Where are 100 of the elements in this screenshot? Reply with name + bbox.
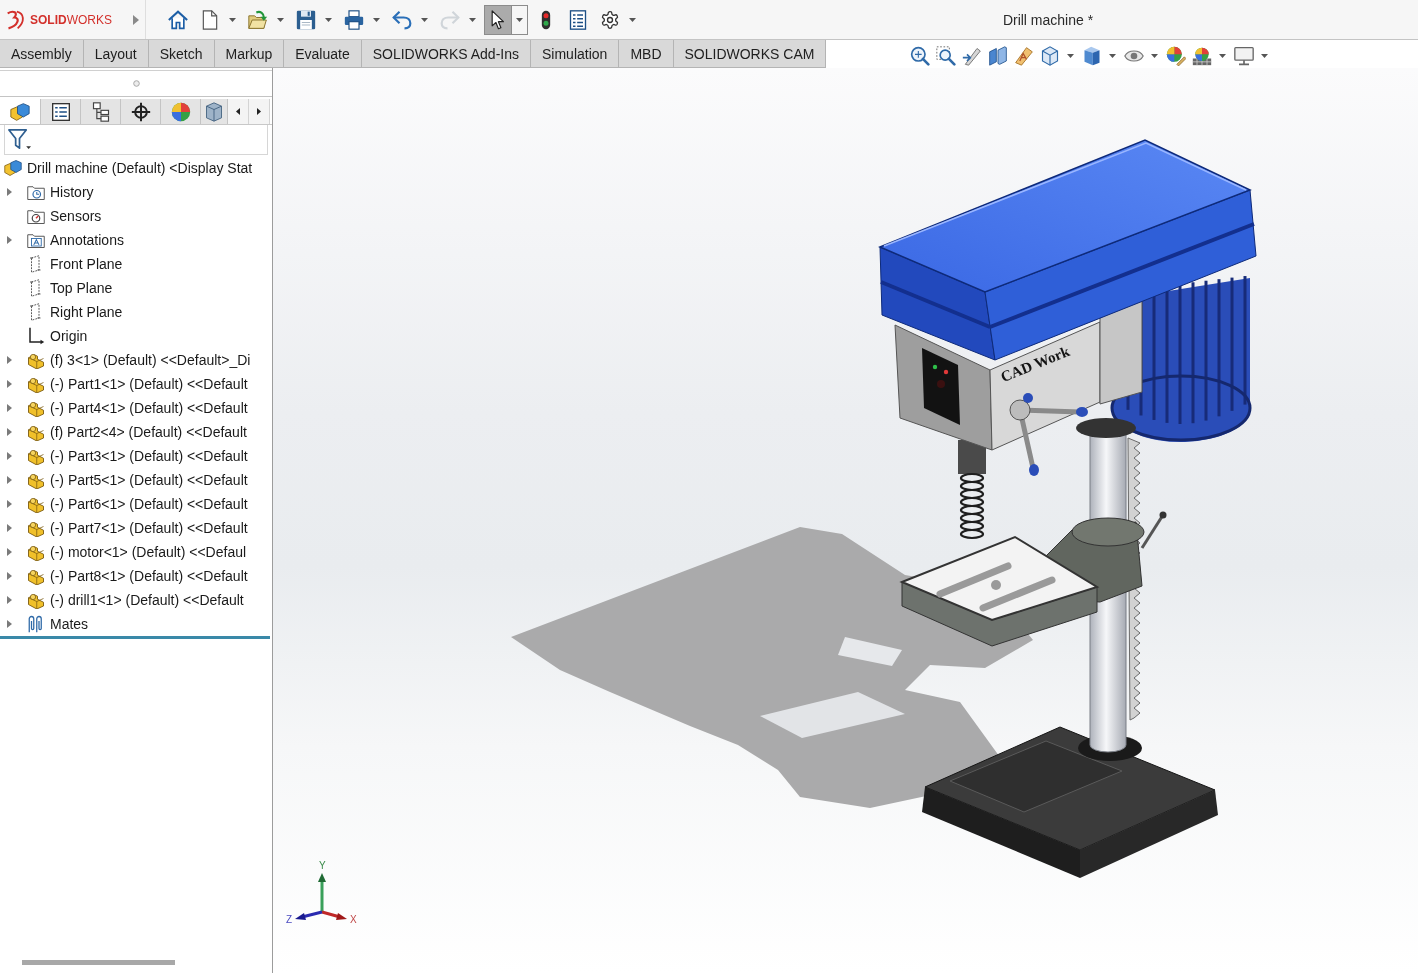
caret-right-icon[interactable] [7, 500, 12, 508]
caret-right-icon[interactable] [7, 356, 12, 364]
tree-item[interactable]: (-) motor<1> (Default) <<Defaul [50, 544, 247, 560]
dimxpert-tab[interactable] [121, 99, 161, 124]
caret-down-icon [1066, 54, 1074, 58]
property-tab[interactable] [41, 99, 81, 124]
caret-down-icon [1218, 54, 1226, 58]
tree-item[interactable]: Right Plane [50, 304, 123, 320]
tree-item[interactable]: (-) Part5<1> (Default) <<Default [50, 472, 248, 488]
color-sphere-pencil-icon [1166, 46, 1186, 66]
cube-icon [204, 101, 224, 122]
color-sphere-floor-icon [1192, 46, 1212, 66]
part-icon [27, 591, 45, 609]
tree-item[interactable]: (-) drill1<1> (Default) <<Default [50, 592, 244, 608]
magnifier-square-icon [936, 46, 956, 66]
section-view-button[interactable] [986, 44, 1010, 68]
command-tab[interactable]: MBD [619, 40, 674, 68]
scroll-left-button[interactable] [228, 99, 249, 124]
tree-diagram-icon [90, 101, 111, 122]
tree-root-item[interactable]: Drill machine (Default) <Display Stat [27, 160, 253, 176]
command-tab[interactable]: Markup [214, 40, 285, 68]
caret-down-icon [324, 17, 332, 22]
part-icon [27, 447, 45, 465]
list-icon [50, 101, 71, 122]
command-tab[interactable]: SOLIDWORKS Add-Ins [361, 40, 531, 68]
window-title: Drill machine * [1002, 11, 1094, 28]
shaded-cube-icon [1082, 46, 1102, 66]
caret-right-icon[interactable] [7, 596, 12, 604]
part-icon [27, 351, 45, 369]
menu-expand-button[interactable] [133, 14, 139, 25]
caret-down-icon [1150, 54, 1158, 58]
caret-down-icon [516, 17, 523, 22]
folder-gauge-icon [27, 207, 45, 225]
cam-tab[interactable] [201, 99, 228, 124]
edit-appearance-button[interactable] [1164, 44, 1188, 68]
configuration-tab[interactable] [81, 99, 121, 124]
folder-clock-icon [27, 183, 45, 201]
axis-arrows-icon [295, 873, 347, 920]
tree-item[interactable]: (f) 3<1> (Default) <<Default>_Di [50, 352, 251, 368]
caret-right-icon[interactable] [7, 188, 12, 196]
view-settings-button[interactable] [1232, 44, 1256, 68]
tree-item[interactable]: (-) Part1<1> (Default) <<Default [50, 376, 248, 392]
scrollbar-thumb[interactable] [22, 960, 175, 965]
cube-icon [1040, 46, 1060, 66]
tree-item[interactable]: (-) Part3<1> (Default) <<Default [50, 448, 248, 464]
tree-item[interactable]: (-) Part7<1> (Default) <<Default [50, 520, 248, 536]
scroll-right-button[interactable] [249, 99, 270, 124]
part-icon [27, 543, 45, 561]
filter-field[interactable] [4, 125, 268, 155]
zoom-to-area-button[interactable] [934, 44, 958, 68]
cut-cube-icon [988, 46, 1008, 66]
select-button[interactable] [484, 4, 512, 35]
caret-right-icon[interactable] [7, 452, 12, 460]
command-tab[interactable]: Evaluate [284, 40, 362, 68]
color-sphere-icon [170, 101, 191, 122]
document-icon [200, 9, 220, 30]
command-tab[interactable]: Layout [83, 40, 149, 68]
cubes-icon [10, 101, 30, 122]
tree-item[interactable]: Front Plane [50, 256, 123, 272]
list-icon [568, 9, 588, 30]
caret-right-icon[interactable] [7, 404, 12, 412]
part-icon [27, 519, 45, 537]
caret-right-icon[interactable] [7, 524, 12, 532]
caret-right-icon[interactable] [7, 572, 12, 580]
redo-arrow-icon [440, 9, 460, 30]
caret-right-icon[interactable] [7, 380, 12, 388]
tree-item[interactable]: Sensors [50, 208, 102, 224]
axes-icon [27, 327, 45, 345]
axis-label: Z [286, 914, 293, 925]
tree-item[interactable]: Origin [50, 328, 88, 344]
tree-item[interactable]: History [50, 184, 94, 200]
tree-item[interactable]: (-) Part4<1> (Default) <<Default [50, 400, 248, 416]
logo-text: SOLIDWORKS [30, 12, 112, 27]
caret-right-icon[interactable] [7, 476, 12, 484]
folder-letter-icon [27, 231, 45, 249]
command-tab[interactable]: Sketch [148, 40, 215, 68]
part-icon [27, 471, 45, 489]
tree-item[interactable]: (-) Part6<1> (Default) <<Default [50, 496, 248, 512]
dropdown-button[interactable] [512, 4, 528, 35]
tree-item[interactable]: (-) Part8<1> (Default) <<Default [50, 568, 248, 584]
caret-right-icon[interactable] [7, 620, 12, 628]
home-icon [168, 9, 188, 30]
pencil-icon [1014, 46, 1034, 66]
tree-item[interactable]: Mates [50, 616, 89, 632]
caret-right-icon[interactable] [7, 236, 12, 244]
caret-down-icon [1108, 54, 1116, 58]
tree-item[interactable]: Annotations [50, 232, 124, 248]
command-tab[interactable]: Simulation [531, 40, 620, 68]
gear-icon [600, 9, 620, 30]
display-tab[interactable] [161, 99, 201, 124]
zoom-to-fit-button[interactable] [908, 44, 932, 68]
triangle-right-icon [257, 108, 261, 115]
part-icon [27, 423, 45, 441]
tree-item[interactable]: (f) Part2<4> (Default) <<Default [50, 424, 247, 440]
tree-item[interactable]: Top Plane [50, 280, 113, 296]
caret-right-icon[interactable] [7, 548, 12, 556]
command-tab[interactable]: SOLIDWORKS CAM [673, 40, 827, 68]
caret-right-icon[interactable] [7, 428, 12, 436]
annotation-view-button[interactable] [1012, 44, 1036, 68]
command-tab[interactable]: Assembly [0, 40, 84, 68]
